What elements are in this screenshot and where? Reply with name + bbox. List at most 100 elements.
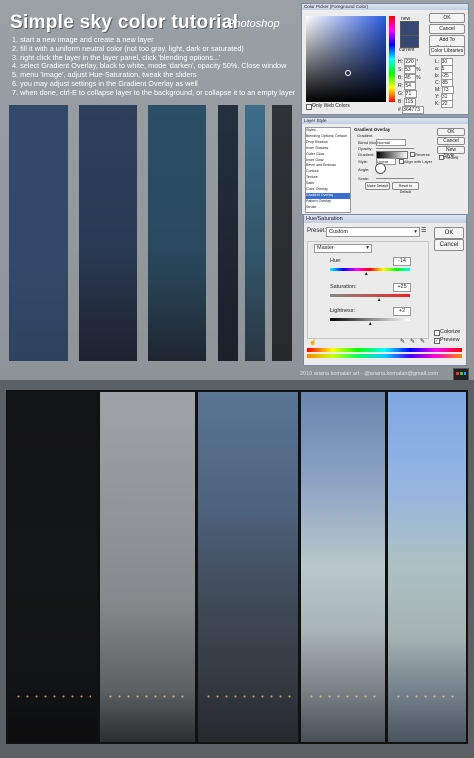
field-row: R: 54 xyxy=(398,82,426,90)
field-row: B: 45% xyxy=(398,74,426,82)
saturation-value[interactable]: +25 xyxy=(393,283,411,292)
color-picker-cancel-button[interactable]: Cancel xyxy=(429,24,465,34)
hand-tool-icon[interactable]: ☝ xyxy=(309,339,316,346)
angle-dial[interactable] xyxy=(375,163,386,174)
new-style-button[interactable]: New Style... xyxy=(437,146,465,159)
color-picker-titlebar: Color Picker (Foreground Color) xyxy=(302,4,468,10)
field-label: R: xyxy=(398,83,403,89)
hue-label: Hue: xyxy=(330,258,342,264)
field-label: H: xyxy=(398,59,403,65)
hue-slider-track[interactable] xyxy=(330,268,410,271)
hue-slider-thumb[interactable]: ▲ xyxy=(364,271,369,277)
field-row: L: 30 xyxy=(435,58,465,66)
field-row: S: 53% xyxy=(398,66,426,74)
sky-strip-4 xyxy=(218,105,238,361)
steps-list: 1. start a new image and create a new la… xyxy=(12,35,296,98)
chevron-down-icon: ▾ xyxy=(414,229,417,235)
eyedropper-plus-icon[interactable]: ✎ xyxy=(410,338,415,345)
sky-panel-5 xyxy=(386,390,468,744)
reset-to-default-button[interactable]: Reset to Default xyxy=(392,182,419,194)
color-picker-ok-button[interactable]: OK xyxy=(429,13,465,23)
preset-value: Custom xyxy=(329,229,348,235)
step-item: 7. when done, ctrl-E to collapse layer t… xyxy=(12,87,296,97)
channel-select[interactable]: Master ▾ xyxy=(314,244,372,253)
field-row: H: 220 ° xyxy=(398,58,426,66)
sky-panel-2 xyxy=(98,390,197,744)
field-unit: ° xyxy=(416,59,419,65)
spectrum-bar-bottom xyxy=(307,354,462,358)
only-web-colors-label: Only Web Colors xyxy=(312,103,350,109)
gradient-overlay-heading: Gradient Overlay xyxy=(354,127,391,132)
preset-label: Preset: xyxy=(307,228,327,234)
field-value[interactable]: 22 xyxy=(441,100,454,108)
field-value[interactable]: 53 xyxy=(404,66,417,74)
layer-style-window: Layer Style Styles Blending Options: Def… xyxy=(301,117,469,215)
saturation-slider-thumb[interactable]: ▲ xyxy=(377,297,382,303)
field-row: # 364773 xyxy=(398,106,426,114)
field-value[interactable]: 54 xyxy=(404,82,417,90)
align-with-layer-label: Align with Layer xyxy=(404,159,433,164)
field-row: B: 115 xyxy=(398,98,426,106)
preset-options-icon[interactable]: ☰ xyxy=(421,227,426,234)
field-value[interactable]: 115 xyxy=(404,98,417,106)
field-label: B: xyxy=(398,99,403,105)
hue-saturation-ok-button[interactable]: OK xyxy=(434,227,464,239)
hue-slider[interactable] xyxy=(389,16,395,102)
opacity-slider[interactable] xyxy=(376,148,414,149)
field-row: b: -25 xyxy=(435,72,465,80)
field-value[interactable]: 71 xyxy=(404,90,417,98)
styles-list-item[interactable]: Blending Options: Default xyxy=(306,134,350,140)
sky-strip-2 xyxy=(79,105,137,361)
field-value[interactable]: 45 xyxy=(404,74,417,82)
sky-panel-4 xyxy=(299,390,387,744)
field-row: a: 5 xyxy=(435,65,465,73)
color-libraries-button[interactable]: Color Libraries xyxy=(429,46,465,56)
hue-value[interactable]: -14 xyxy=(393,257,411,266)
lightness-slider-thumb[interactable]: ▲ xyxy=(368,321,373,327)
make-default-button[interactable]: Make Default xyxy=(365,182,390,190)
hue-saturation-window: Hue/Saturation Preset: Custom ▾ ☰ OK Can… xyxy=(303,214,467,366)
hsb-rgb-fields: H: 220 ° S: 53% B: 45% R: 54 G: 71 B: 115… xyxy=(398,58,426,114)
angle-label: Angle: xyxy=(358,167,370,172)
layer-style-ok-button[interactable]: OK xyxy=(437,128,465,136)
hex-field[interactable]: 364773 xyxy=(402,106,425,114)
adjustments-group: Master ▾ Hue: -14 ▲ Saturation: +25 ▲ Li… xyxy=(307,241,429,339)
color-picker-window: Color Picker (Foreground Color) Only Web… xyxy=(301,3,469,115)
tutorial-header-area: Simple sky color tutorial Photoshop 1. s… xyxy=(0,0,474,382)
hue-saturation-titlebar: Hue/Saturation xyxy=(304,215,466,223)
preset-select[interactable]: Custom ▾ xyxy=(326,227,420,237)
lab-cmyk-fields: L: 30 a: 5 b: -25 C: 85 M: 73 Y: 31 K: 2… xyxy=(435,58,465,108)
field-value[interactable]: 220 xyxy=(404,58,417,66)
color-field[interactable] xyxy=(306,16,386,102)
scale-slider[interactable] xyxy=(376,178,414,179)
lightness-value[interactable]: +2 xyxy=(393,307,411,316)
styles-list: Styles Blending Options: Default Drop Sh… xyxy=(305,127,351,213)
saturation-slider-track[interactable] xyxy=(330,294,410,297)
saturation-label: Saturation: xyxy=(330,284,357,290)
current-label: current xyxy=(399,47,415,53)
colorize-label: Colorize xyxy=(440,329,461,335)
page-title: Simple sky color tutorial xyxy=(10,12,239,33)
field-label: S: xyxy=(398,67,403,73)
sky-panel-3 xyxy=(196,390,300,744)
field-label: K: xyxy=(435,101,440,107)
field-row: G: 71 xyxy=(398,90,426,98)
layer-style-titlebar: Layer Style xyxy=(302,118,468,124)
hue-saturation-cancel-button[interactable]: Cancel xyxy=(434,239,464,251)
field-row: K: 22 xyxy=(435,100,465,108)
channel-value: Master xyxy=(317,245,334,251)
layer-style-cancel-button[interactable]: Cancel xyxy=(437,137,465,145)
sky-strip-5 xyxy=(245,105,265,361)
blend-mode-select[interactable]: Normal xyxy=(376,139,406,146)
sky-strip-1 xyxy=(9,105,68,361)
eyedropper-icon[interactable]: ✎ xyxy=(400,338,405,345)
field-row: C: 85 xyxy=(435,79,465,87)
styles-list-item[interactable]: Stroke xyxy=(306,205,350,211)
scale-label: Scale: xyxy=(358,176,370,181)
gradient-label: Gradient: xyxy=(358,152,375,157)
field-row: M: 73 xyxy=(435,86,465,94)
eyedropper-minus-icon[interactable]: ✎ xyxy=(420,338,425,345)
new-color-swatch xyxy=(400,21,419,36)
sky-strip-6 xyxy=(272,105,292,361)
field-row: Y: 31 xyxy=(435,93,465,101)
